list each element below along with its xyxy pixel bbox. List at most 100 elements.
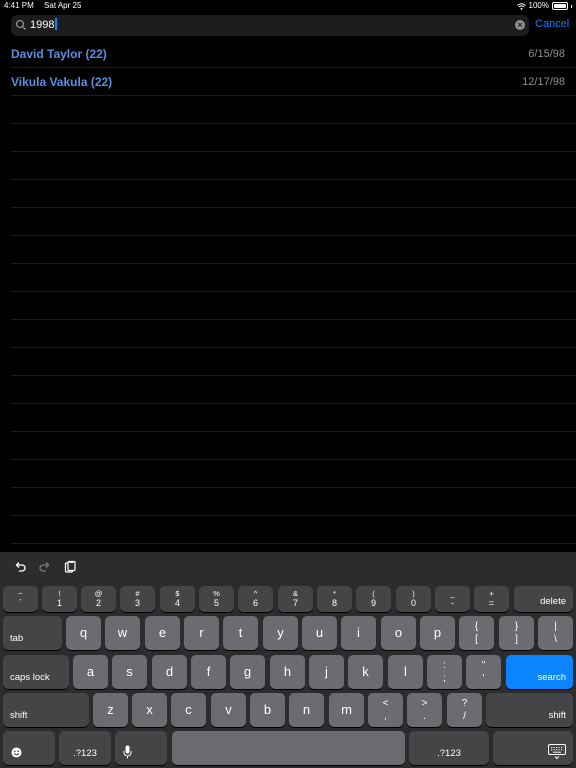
key-h[interactable]: h [270, 655, 305, 689]
empty-row [11, 236, 576, 264]
key-2[interactable]: @ 2 [81, 586, 116, 612]
key-t[interactable]: t [223, 616, 258, 650]
key-backtick[interactable]: ~ ` [3, 586, 38, 612]
emoji-icon [11, 747, 22, 758]
key-8[interactable]: * 8 [317, 586, 352, 612]
key-w[interactable]: w [105, 616, 140, 650]
key-l[interactable]: l [388, 655, 423, 689]
key-3[interactable]: # 3 [120, 586, 155, 612]
numbers-label: .?123 [73, 748, 97, 759]
left-shift-key[interactable]: shift [3, 693, 89, 727]
key-4[interactable]: $ 4 [160, 586, 195, 612]
key-bracket-right[interactable]: } ] [499, 616, 534, 650]
key-letter: z [107, 701, 114, 717]
key-comma[interactable]: < , [368, 693, 403, 727]
key-upper: { [474, 621, 479, 632]
key-upper: # [135, 589, 140, 598]
empty-row [11, 432, 576, 460]
key-s[interactable]: s [112, 655, 147, 689]
key-c[interactable]: c [171, 693, 206, 727]
key-letter: e [158, 624, 167, 640]
key-backslash[interactable]: | \ [538, 616, 573, 650]
key-lower: 4 [174, 598, 180, 608]
key-period[interactable]: > . [407, 693, 442, 727]
caps-lock-key[interactable]: caps lock [3, 655, 69, 689]
empty-row [11, 348, 576, 376]
key-5[interactable]: % 5 [199, 586, 234, 612]
delete-label: delete [540, 596, 566, 607]
key-q[interactable]: q [66, 616, 101, 650]
numbers-key-right[interactable]: .?123 [409, 731, 489, 765]
empty-row [11, 460, 576, 488]
tab-key[interactable]: tab [3, 616, 62, 650]
key-upper: & [292, 589, 298, 598]
caps-lock-label: caps lock [10, 672, 50, 683]
key-bracket-left[interactable]: { [ [459, 616, 494, 650]
empty-row [11, 376, 576, 404]
key-g[interactable]: g [230, 655, 265, 689]
key-m[interactable]: m [329, 693, 364, 727]
key-upper: + [489, 589, 494, 598]
cancel-button[interactable]: Cancel [535, 18, 569, 30]
key-v[interactable]: v [211, 693, 246, 727]
delete-key[interactable]: delete [514, 586, 573, 612]
search-query: 1998 [30, 19, 55, 31]
key-upper: < [382, 698, 389, 709]
key-d[interactable]: d [152, 655, 187, 689]
key-letter: q [79, 624, 88, 640]
undo-icon[interactable] [13, 560, 27, 574]
result-name: Vikula Vakula (22) [11, 75, 113, 89]
key-r[interactable]: r [184, 616, 219, 650]
key-letter: w [117, 624, 128, 640]
key-1[interactable]: ! 1 [42, 586, 77, 612]
paste-icon[interactable] [63, 560, 77, 574]
key-k[interactable]: k [348, 655, 383, 689]
search-input[interactable]: 1998 [30, 18, 57, 33]
search-field[interactable]: 1998 × [11, 15, 529, 36]
dismiss-keyboard-key[interactable] [493, 731, 573, 765]
key-o[interactable]: o [381, 616, 416, 650]
search-key[interactable]: search [506, 655, 573, 689]
key-7[interactable]: & 7 [278, 586, 313, 612]
key-letter: b [263, 701, 272, 717]
key-9[interactable]: ( 9 [356, 586, 391, 612]
list-item[interactable]: Vikula Vakula (22) 12/17/98 [11, 68, 576, 96]
keyboard-dismiss-icon [548, 744, 566, 760]
key-minus[interactable]: _ - [435, 586, 470, 612]
key-y[interactable]: y [263, 616, 298, 650]
key-e[interactable]: e [145, 616, 180, 650]
key-u[interactable]: u [302, 616, 337, 650]
key-j[interactable]: j [309, 655, 344, 689]
key-quote[interactable]: " ' [466, 655, 501, 689]
list-item[interactable]: David Taylor (22) 6/15/98 [11, 40, 576, 68]
clear-search-icon[interactable]: × [515, 20, 525, 30]
key-p[interactable]: p [420, 616, 455, 650]
space-bar[interactable] [172, 731, 405, 765]
key-b[interactable]: b [250, 693, 285, 727]
numbers-key-left[interactable]: .?123 [59, 731, 111, 765]
emoji-key[interactable] [3, 731, 55, 765]
key-upper: @ [94, 589, 103, 598]
key-letter: l [404, 663, 407, 679]
key-semicolon[interactable]: : ; [427, 655, 462, 689]
key-a[interactable]: a [73, 655, 108, 689]
key-letter: i [357, 624, 360, 640]
key-lower: 1 [56, 598, 62, 608]
right-shift-key[interactable]: shift [486, 693, 573, 727]
key-letter: p [433, 624, 442, 640]
key-x[interactable]: x [132, 693, 167, 727]
key-n[interactable]: n [289, 693, 324, 727]
empty-row [11, 124, 576, 152]
key-i[interactable]: i [341, 616, 376, 650]
key-upper: " [481, 660, 486, 671]
key-letter: u [315, 624, 324, 640]
key-slash[interactable]: ? / [447, 693, 482, 727]
key-f[interactable]: f [191, 655, 226, 689]
dictation-key[interactable] [115, 731, 167, 765]
redo-icon[interactable] [38, 560, 52, 574]
key-z[interactable]: z [93, 693, 128, 727]
key-6[interactable]: ^ 6 [238, 586, 273, 612]
key-equals[interactable]: + = [474, 586, 509, 612]
key-0[interactable]: ) 0 [396, 586, 431, 612]
key-upper: _ [450, 589, 455, 598]
